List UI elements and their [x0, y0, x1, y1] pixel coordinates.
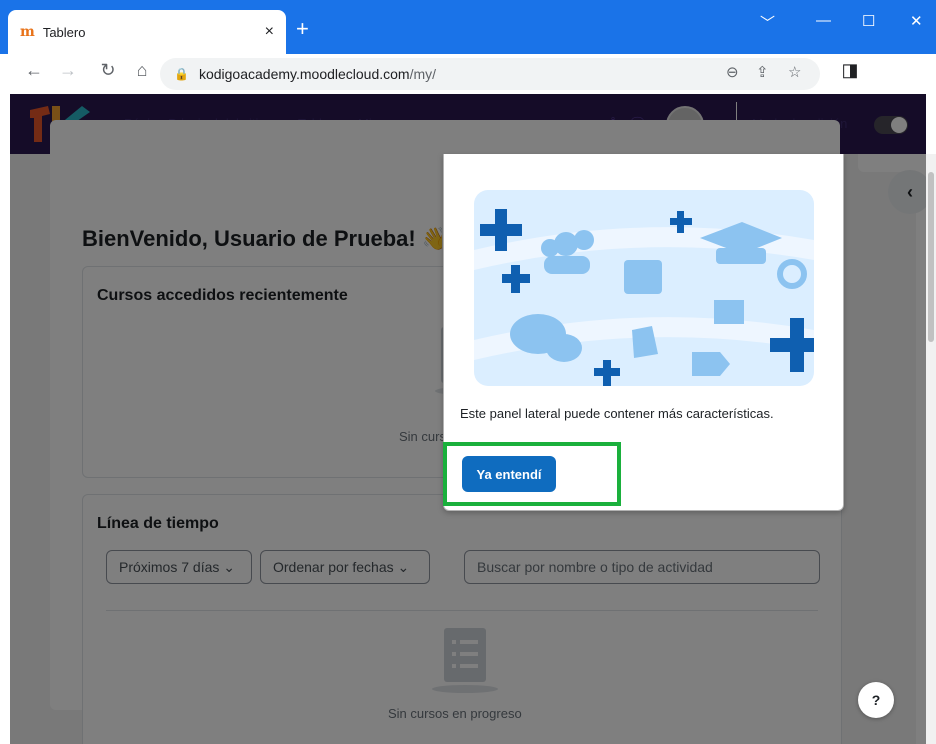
forward-arrow-icon[interactable]: → — [56, 60, 80, 81]
browser-tab[interactable]: m Tablero × — [8, 10, 286, 54]
sidebar-illustration — [474, 190, 814, 386]
home-icon[interactable]: ⌂ — [130, 60, 154, 81]
tour-backdrop-nav — [10, 94, 926, 154]
close-window-button[interactable]: ✕ — [910, 12, 923, 30]
browser-titlebar: m Tablero × + ﹀ — ☐ ✕ — [0, 0, 936, 54]
reload-icon[interactable]: ↻ — [96, 60, 120, 81]
maximize-button[interactable]: ☐ — [862, 12, 875, 30]
bookmark-star-icon[interactable]: ☆ — [788, 63, 801, 81]
address-toolbar: ← → ↻ ⌂ 🔒 kodigoacademy.moodlecloud.com /… — [0, 54, 936, 140]
side-panel-icon[interactable]: ◨ — [838, 60, 862, 81]
tab-search-chevron-icon[interactable]: ﹀ — [760, 12, 775, 33]
share-icon[interactable]: ⇪ — [756, 63, 769, 81]
url-domain: kodigoacademy.moodlecloud.com — [198, 66, 410, 82]
site-viewport: Página Principal del sitio Tablero Mis c… — [0, 94, 936, 744]
back-arrow-icon[interactable]: ← — [22, 60, 46, 81]
moodle-favicon-icon: m — [20, 24, 35, 40]
new-tab-button[interactable]: + — [296, 18, 309, 40]
url-bar[interactable]: 🔒 kodigoacademy.moodlecloud.com/my/ ⊖ ⇪ … — [160, 58, 820, 90]
tab-close-icon[interactable]: × — [265, 23, 274, 41]
help-button[interactable]: ? — [858, 682, 894, 718]
scrollbar-thumb[interactable] — [928, 172, 934, 342]
url-path: /my/ — [409, 66, 437, 82]
lock-icon: 🔒 — [174, 67, 189, 81]
highlight-box — [443, 442, 621, 506]
tour-message: Este panel lateral puede contener más ca… — [460, 406, 774, 421]
minimize-button[interactable]: — — [816, 12, 831, 29]
zoom-icon[interactable]: ⊖ — [726, 63, 739, 81]
tab-title: Tablero — [42, 24, 86, 40]
